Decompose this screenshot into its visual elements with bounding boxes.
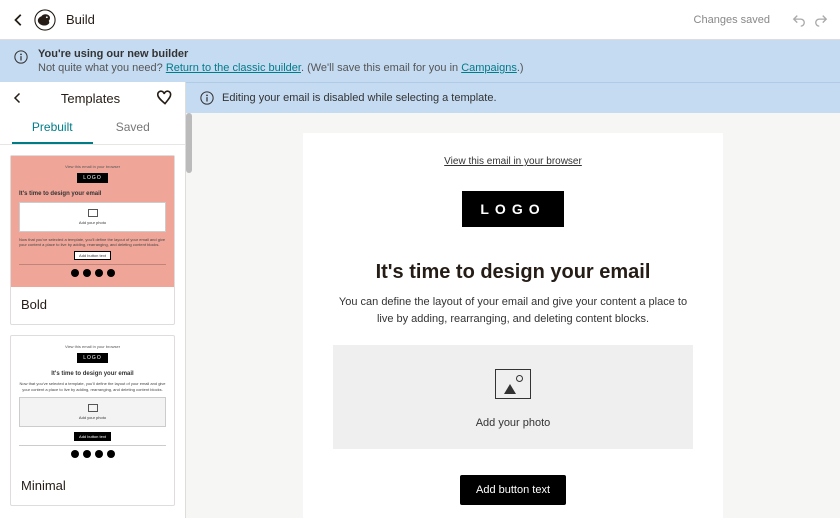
preview-button: Add button text (74, 432, 111, 441)
mailchimp-logo-icon (34, 9, 56, 31)
template-name: Minimal (11, 468, 174, 505)
panel-back-icon[interactable] (12, 92, 24, 104)
email-preview: View this email in your browser LOGO It'… (303, 133, 723, 518)
undo-icon[interactable] (792, 13, 806, 27)
new-builder-banner: You're using our new builder Not quite w… (0, 40, 840, 82)
preview-desc: Now that you've selected a template, you… (19, 237, 166, 247)
panel-title: Templates (24, 91, 157, 106)
redo-icon[interactable] (814, 13, 828, 27)
preview-photo-label: Add your photo (26, 415, 159, 420)
favorite-icon[interactable] (157, 90, 173, 106)
preview-view-link: View this email in your browser (19, 164, 166, 169)
preview-logo: LOGO (77, 173, 107, 183)
template-preview: View this email in your browser LOGO It'… (11, 156, 174, 287)
tab-prebuilt[interactable]: Prebuilt (12, 114, 93, 144)
back-icon[interactable] (12, 13, 26, 27)
info-icon (200, 91, 214, 105)
template-name: Bold (11, 287, 174, 324)
email-canvas: View this email in your browser LOGO It'… (186, 113, 840, 518)
photo-block[interactable]: Add your photo (333, 345, 693, 449)
return-classic-link[interactable]: Return to the classic builder (166, 62, 301, 74)
template-card-minimal[interactable]: View this email in your browser LOGO It'… (10, 335, 175, 505)
editing-disabled-notice: Editing your email is disabled while sel… (186, 82, 840, 113)
preview-photo-label: Add your photo (26, 220, 159, 225)
top-bar: Build Changes saved (0, 0, 840, 40)
banner-heading: You're using our new builder (38, 48, 188, 60)
image-placeholder-icon (495, 369, 531, 399)
preview-button: Add button text (74, 251, 111, 260)
preview-logo: LOGO (77, 353, 107, 363)
scrollbar-thumb[interactable] (186, 113, 192, 173)
view-in-browser-link[interactable]: View this email in your browser (444, 156, 582, 167)
photo-label: Add your photo (333, 417, 693, 429)
preview-view-link: View this email in your browser (19, 344, 166, 349)
preview-headline: It's time to design your email (19, 371, 166, 377)
template-preview: View this email in your browser LOGO It'… (11, 336, 174, 467)
tab-saved[interactable]: Saved (93, 114, 174, 144)
preview-desc: Now that you've selected a template, you… (19, 381, 166, 391)
template-card-bold[interactable]: View this email in your browser LOGO It'… (10, 155, 175, 325)
email-headline[interactable]: It's time to design your email (333, 261, 693, 284)
notice-text: Editing your email is disabled while sel… (222, 92, 497, 104)
email-logo[interactable]: LOGO (462, 191, 563, 227)
page-title: Build (66, 12, 95, 27)
campaigns-link[interactable]: Campaigns (461, 62, 517, 74)
banner-text: .) (517, 62, 524, 74)
info-icon (14, 50, 28, 64)
preview-headline: It's time to design your email (19, 191, 166, 197)
banner-text: Not quite what you need? (38, 62, 166, 74)
email-subtext[interactable]: You can define the layout of your email … (333, 294, 693, 327)
templates-panel: Templates Prebuilt Saved View this email… (0, 82, 186, 518)
save-status: Changes saved (694, 14, 770, 26)
template-tabs: Prebuilt Saved (0, 114, 185, 145)
banner-text: . (We'll save this email for you in (301, 62, 461, 74)
cta-button[interactable]: Add button text (460, 475, 566, 505)
